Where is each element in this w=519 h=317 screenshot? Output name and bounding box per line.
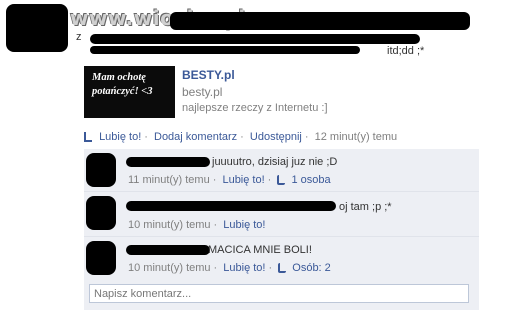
link-thumbnail[interactable]: Mam ochotę potańczyć! <3 xyxy=(84,66,175,118)
comment-likes-count[interactable]: 1 osoba xyxy=(291,174,330,186)
comment-text: juuuutro, dzisiaj juz nie ;D xyxy=(212,156,338,168)
comment-like-link[interactable]: Lubię to! xyxy=(223,219,265,231)
link-title[interactable]: BESTY.pl xyxy=(182,68,235,82)
comment-timestamp: 10 minut(y) temu xyxy=(128,219,211,231)
comment-like-link[interactable]: Lubię to! xyxy=(223,262,265,274)
redacted-commenter-name xyxy=(126,245,210,255)
post-timestamp: 12 minut(y) temu xyxy=(314,131,398,143)
thumbs-up-icon xyxy=(277,175,286,185)
comment-timestamp: 11 minut(y) temu xyxy=(128,174,210,186)
comment-text: oj tam ;p ;* xyxy=(339,201,392,213)
link-domain: besty.pl xyxy=(182,85,223,99)
thumbs-up-icon xyxy=(278,263,287,273)
comment-meta: 10 minut(y) temu · Lubię to! xyxy=(128,219,266,231)
like-link[interactable]: Lubię to! xyxy=(99,131,141,143)
comment-text: MACICA MNIE BOLI! xyxy=(208,244,312,256)
share-link[interactable]: Udostępnij xyxy=(250,131,302,143)
redacted-post-text-2 xyxy=(90,46,360,54)
redacted-commenter-name xyxy=(126,157,210,167)
thumbnail-caption: Mam ochotę potańczyć! <3 xyxy=(92,72,153,97)
commenter-avatar[interactable] xyxy=(86,241,116,275)
comment-like-link[interactable]: Lubię to! xyxy=(222,174,264,186)
comment-meta: 11 minut(y) temu · Lubię to! · 1 osoba xyxy=(128,174,331,186)
redacted-post-text xyxy=(90,34,420,44)
like-icon xyxy=(84,132,92,142)
redacted-commenter-name xyxy=(126,201,336,211)
author-avatar[interactable] xyxy=(6,4,68,52)
post-action-bar: Lubię to! · Dodaj komentarz · Udostępnij · … xyxy=(84,131,397,143)
comment-item: MACICA MNIE BOLI! 10 minut(y) temu · Lubi… xyxy=(84,237,479,281)
link-description: najlepsze rzeczy z Internetu :] xyxy=(182,102,328,114)
comment-timestamp: 10 minut(y) temu xyxy=(128,262,211,274)
comment-item: juuuutro, dzisiaj juz nie ;D 11 minut(y)… xyxy=(84,149,479,192)
comment-item: oj tam ;p ;* 10 minut(y) temu · Lubię to! xyxy=(84,192,479,237)
commenter-avatar[interactable] xyxy=(86,153,116,187)
comment-meta: 10 minut(y) temu · Lubię to! · Osób: 2 xyxy=(128,262,331,274)
comment-likes-count[interactable]: Osób: 2 xyxy=(292,262,331,274)
add-comment-link[interactable]: Dodaj komentarz xyxy=(154,131,237,143)
comment-input[interactable]: Napisz komentarz... xyxy=(89,284,469,303)
post-second-line-prefix: z xyxy=(76,31,82,43)
comments-section: juuuutro, dzisiaj juz nie ;D 11 minut(y)… xyxy=(84,149,479,310)
post-text: itd;dd ;* xyxy=(387,45,425,57)
redacted-author-name xyxy=(170,12,470,30)
commenter-avatar[interactable] xyxy=(86,196,116,230)
